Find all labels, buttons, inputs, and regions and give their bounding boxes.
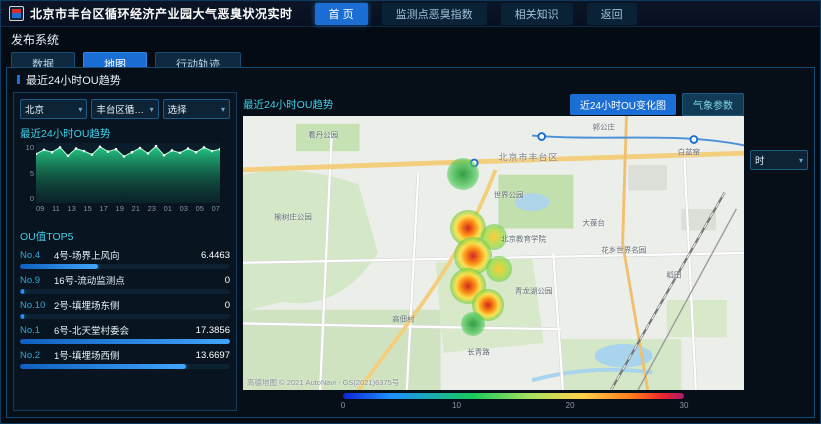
legend-tick: 20 xyxy=(566,401,575,410)
weather-params-button[interactable]: 气象参数 xyxy=(682,93,744,116)
app-window: 北京市丰台区循环经济产业园大气恶臭状况实时 首 页 监测点恶臭指数 相关知识 返… xyxy=(0,0,821,424)
trend-chart: 10 5 0 xyxy=(20,143,230,221)
top5-list-item[interactable]: No.10 2号-填埋场东侧 0 xyxy=(20,298,230,319)
map-place-label: 榆树庄公园 xyxy=(274,212,312,223)
nav-item-home[interactable]: 首 页 xyxy=(315,3,368,25)
park-select[interactable]: 丰台区循环经济产 xyxy=(91,99,158,119)
map-place-label: 北京教育学院 xyxy=(501,234,546,245)
ou-value: 13.6697 xyxy=(196,350,230,361)
chart-y-axis: 10 5 0 xyxy=(20,143,36,203)
rank-badge: No.9 xyxy=(20,275,54,286)
map-label-layer: 看丹公园 郭公庄白盆窑 北京市丰台区世界公园榆树庄公园 大葆台北京教育学院花乡世界名园… xyxy=(243,116,744,390)
map-place-label: 大葆台 xyxy=(582,217,605,228)
legend-tick: 0 xyxy=(341,401,345,410)
map-panel: 最近24小时OU趋势 近24小时OU变化图 气象参数 xyxy=(243,92,744,411)
progress-track xyxy=(20,364,230,369)
map-place-label: 白盆窑 xyxy=(678,146,701,157)
trend-chart-plot xyxy=(36,143,220,203)
rank-badge: No.2 xyxy=(20,350,54,361)
legend-tick: 10 xyxy=(452,401,461,410)
app-logo-icon xyxy=(9,6,24,21)
station-name: 1号-填埋场西侧 xyxy=(54,348,192,362)
top5-list: No.4 4号-场界上风向 6.4463 No.9 16号-流动监测点 0 xyxy=(20,248,230,404)
top5-list-item[interactable]: No.4 4号-场界上风向 6.4463 xyxy=(20,248,230,269)
chevron-down-icon xyxy=(78,105,82,114)
progress-fill xyxy=(20,314,24,319)
map-place-label: 郭公庄 xyxy=(592,121,615,132)
chart-x-axis: 091113151719212301030507 xyxy=(36,204,220,213)
legend-tick: 30 xyxy=(680,401,689,410)
map-canvas[interactable]: 看丹公园 郭公庄白盆窑 北京市丰台区世界公园榆树庄公园 大葆台北京教育学院花乡世界名园… xyxy=(243,116,744,390)
station-name: 6号-北天堂村委会 xyxy=(54,323,192,337)
map-place-label: 北京市丰台区 xyxy=(499,151,559,164)
progress-track xyxy=(20,289,230,294)
city-select[interactable]: 北京 xyxy=(20,99,87,119)
progress-track xyxy=(20,264,230,269)
progress-fill xyxy=(20,289,24,294)
right-rail: 时 xyxy=(750,92,808,411)
top5-list-item[interactable]: No.1 6号-北天堂村委会 17.3856 xyxy=(20,323,230,344)
main-nav: 首 页 监测点恶臭指数 相关知识 返回 xyxy=(315,3,637,25)
nav-item-knowledge[interactable]: 相关知识 xyxy=(501,3,573,25)
chevron-down-icon xyxy=(221,105,225,114)
rank-badge: No.1 xyxy=(20,325,54,336)
progress-track xyxy=(20,339,230,344)
rank-badge: No.10 xyxy=(20,300,54,311)
panel-title: 最近24小时OU趋势 xyxy=(7,68,814,90)
ou-change-map-button[interactable]: 近24小时OU变化图 xyxy=(570,94,676,115)
trend-chart-title: 最近24小时OU趋势 xyxy=(20,126,230,141)
ou-value: 0 xyxy=(225,300,230,311)
progress-fill xyxy=(20,264,98,269)
legend-gradient-bar xyxy=(343,393,684,399)
map-attribution: 高德地图 © 2021 AutoNavi - GS(2021)6375号 xyxy=(247,377,399,388)
left-sidebar: 北京 丰台区循环经济产 选择 最近24小时OU趋势 xyxy=(13,92,237,411)
top5-list-item[interactable]: No.9 16号-流动监测点 0 xyxy=(20,273,230,294)
ou-value: 6.4463 xyxy=(201,250,230,261)
system-label: 发布系统 xyxy=(11,31,810,48)
main-panel: 最近24小时OU趋势 北京 丰台区循环经济产 选择 xyxy=(6,67,815,418)
app-title: 北京市丰台区循环经济产业园大气恶臭状况实时 xyxy=(30,5,293,22)
nav-item-back[interactable]: 返回 xyxy=(587,3,637,25)
ou-color-legend: 0 10 20 30 xyxy=(343,393,684,411)
map-place-label: 稻田 xyxy=(666,269,681,280)
map-section-title: 最近24小时OU趋势 xyxy=(243,97,564,112)
chevron-down-icon xyxy=(799,156,803,165)
top5-title: OU值TOP5 xyxy=(20,229,230,244)
time-unit-select[interactable]: 时 xyxy=(750,150,808,170)
map-header: 最近24小时OU趋势 近24小时OU变化图 气象参数 xyxy=(243,92,744,116)
filter-selects: 北京 丰台区循环经济产 选择 xyxy=(20,99,230,119)
station-name: 2号-填埋场东侧 xyxy=(54,298,221,312)
top5-list-item[interactable]: No.2 1号-填埋场西侧 13.6697 xyxy=(20,348,230,369)
nav-item-odor-index[interactable]: 监测点恶臭指数 xyxy=(382,3,487,25)
station-name: 4号-场界上风向 xyxy=(54,248,197,262)
map-place-label: 高佃村 xyxy=(392,313,415,324)
station-select[interactable]: 选择 xyxy=(163,99,230,119)
progress-fill xyxy=(20,339,230,344)
top-bar: 北京市丰台区循环经济产业园大气恶臭状况实时 首 页 监测点恶臭指数 相关知识 返… xyxy=(1,1,820,27)
map-place-label: 花乡世界名园 xyxy=(601,245,646,256)
map-place-label: 青龙湖公园 xyxy=(515,286,553,297)
ou-value: 0 xyxy=(225,275,230,286)
rank-badge: No.4 xyxy=(20,250,54,261)
map-place-label: 长青路 xyxy=(467,346,490,357)
progress-track xyxy=(20,314,230,319)
ou-value: 17.3856 xyxy=(196,325,230,336)
station-name: 16号-流动监测点 xyxy=(54,273,221,287)
chevron-down-icon xyxy=(150,105,154,114)
map-place-label: 看丹公园 xyxy=(308,130,338,141)
progress-fill xyxy=(20,364,186,369)
map-place-label: 世界公园 xyxy=(494,190,524,201)
